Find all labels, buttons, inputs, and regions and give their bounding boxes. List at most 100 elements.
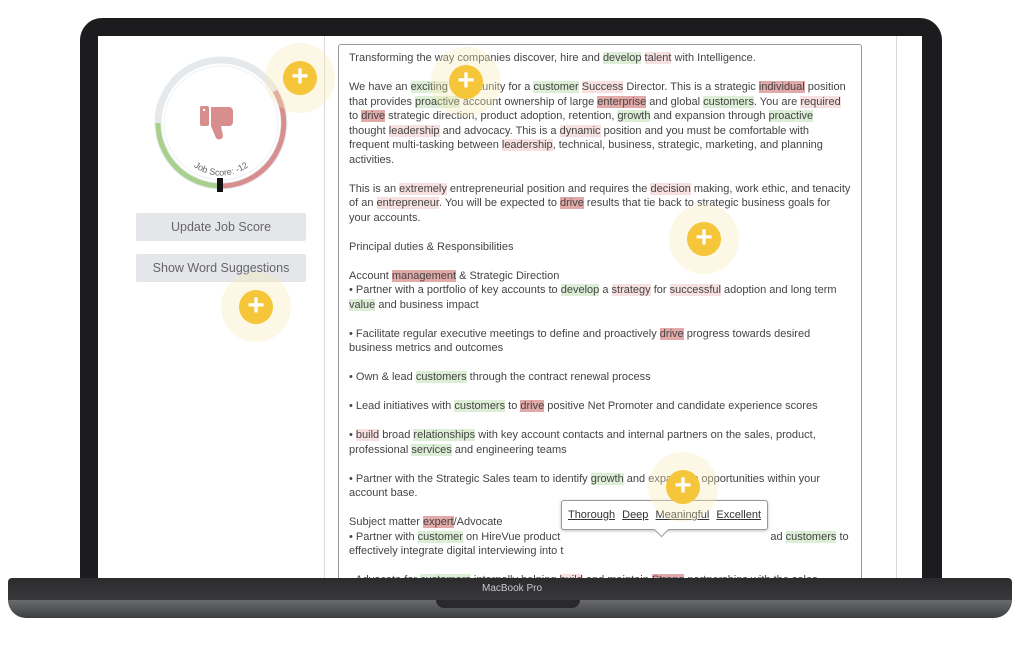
- job-score-gauge: Job Score: -12: [154, 56, 288, 192]
- update-job-score-button[interactable]: Update Job Score: [136, 213, 306, 241]
- word-suggestion-link[interactable]: Deep: [622, 509, 648, 521]
- negative-word-highlight[interactable]: build: [355, 429, 380, 441]
- negative-word-highlight[interactable]: Success: [581, 81, 624, 93]
- text-segment: ad: [770, 530, 786, 543]
- text-segment: a: [599, 284, 612, 296]
- text-segment: thought: [349, 124, 389, 137]
- positive-word-highlight[interactable]: customer: [417, 530, 463, 543]
- description-paragraph: • build broad relationships with key acc…: [349, 428, 851, 457]
- negative-word-highlight[interactable]: leadership: [388, 124, 440, 137]
- word-suggestions-tooltip: Thorough Deep Meaningful Excellent: [561, 500, 768, 530]
- text-segment: •: [349, 429, 356, 441]
- text-segment: and expansion through: [650, 110, 769, 122]
- word-suggestion-link[interactable]: Meaningful: [655, 509, 709, 521]
- description-paragraph: • Partner with the Strategic Sales team …: [349, 472, 851, 501]
- negative-word-highlight[interactable]: decision: [650, 182, 691, 195]
- description-paragraph: This is an extremely entrepreneurial pos…: [349, 182, 851, 226]
- text-segment: internally helping: [471, 574, 560, 578]
- positive-word-highlight[interactable]: relationships: [413, 429, 476, 441]
- text-segment: Account: [349, 269, 392, 282]
- negative-word-highlight[interactable]: drive: [520, 400, 545, 412]
- text-segment: • Own & lead: [349, 371, 416, 383]
- text-segment: entrepreneurial position and requires th…: [446, 182, 651, 195]
- text-segment: with Intelligence.: [671, 52, 756, 64]
- plus-hotspot-icon[interactable]: +: [449, 65, 483, 99]
- description-paragraph: Principal duties & Responsibilities: [349, 240, 851, 255]
- text-segment: Director. This is a strategic: [623, 81, 759, 93]
- negative-word-highlight[interactable]: drive: [659, 327, 684, 340]
- negative-word-highlight[interactable]: entrepreneur: [376, 197, 439, 209]
- description-paragraph: • Advocate for customers internally help…: [349, 573, 851, 578]
- plus-hotspot-icon[interactable]: +: [666, 470, 700, 504]
- positive-word-highlight[interactable]: customers: [454, 400, 506, 412]
- positive-word-highlight[interactable]: customers: [703, 95, 754, 108]
- text-segment: strategic direction, product adoption, r…: [385, 110, 618, 122]
- positive-word-highlight[interactable]: services: [411, 443, 452, 456]
- negative-word-highlight[interactable]: build: [559, 574, 583, 578]
- plus-hotspot-icon[interactable]: +: [239, 290, 273, 324]
- text-segment: to: [505, 400, 521, 412]
- negative-word-highlight[interactable]: strategy: [611, 284, 651, 296]
- plus-hotspot-icon[interactable]: +: [687, 222, 721, 256]
- text-segment: • Facilitate regular executive meetings …: [349, 327, 660, 340]
- text-segment: Subject matter: [349, 516, 423, 528]
- negative-word-highlight[interactable]: individual: [758, 81, 805, 93]
- description-paragraph: • Lead initiatives with customers to dri…: [349, 399, 851, 414]
- text-segment: through the contract renewal process: [466, 371, 651, 383]
- text-segment: and engineering teams: [451, 443, 567, 456]
- positive-word-highlight[interactable]: growth: [617, 110, 651, 122]
- word-suggestion-link[interactable]: Excellent: [716, 509, 761, 521]
- negative-word-highlight[interactable]: successful: [669, 284, 721, 296]
- score-panel: Job Score: -12 Update Job Score Show Wor…: [98, 36, 325, 578]
- text-segment: and maintain: [583, 574, 652, 578]
- positive-word-highlight[interactable]: customers: [415, 371, 467, 383]
- text-segment: Transforming the way companies discover,…: [349, 52, 603, 64]
- text-segment: • Partner with the Strategic Sales team …: [349, 472, 591, 485]
- negative-word-highlight[interactable]: extremely: [399, 182, 447, 195]
- negative-word-highlight[interactable]: drive: [560, 197, 584, 209]
- positive-word-highlight[interactable]: develop: [602, 52, 642, 64]
- text-segment: This is an: [349, 182, 400, 195]
- job-description-editor[interactable]: Transforming the way companies discover,…: [338, 44, 862, 578]
- scrollbar-track[interactable]: [896, 36, 897, 578]
- text-segment: and business impact: [375, 298, 479, 311]
- negative-word-highlight[interactable]: management: [391, 269, 457, 282]
- description-paragraph: We have an exciting opportunity for a cu…: [349, 80, 851, 167]
- positive-word-highlight[interactable]: develop: [560, 284, 600, 296]
- negative-word-highlight[interactable]: leadership: [501, 139, 553, 151]
- word-suggestion-link[interactable]: Thorough: [568, 509, 615, 521]
- positive-word-highlight[interactable]: customers: [785, 530, 837, 543]
- text-segment: • Advocate for: [349, 574, 420, 578]
- positive-word-highlight[interactable]: proactive: [768, 110, 814, 122]
- text-segment: adoption and long term: [720, 284, 837, 296]
- positive-word-highlight[interactable]: customers: [420, 574, 471, 578]
- positive-word-highlight[interactable]: growth: [590, 472, 624, 485]
- text-segment: account ownership of large: [459, 95, 598, 108]
- text-segment: . You will be expected to: [438, 197, 561, 209]
- positive-word-highlight[interactable]: value: [349, 298, 376, 311]
- text-segment: and global: [646, 95, 704, 108]
- negative-word-highlight[interactable]: talent: [644, 52, 672, 64]
- show-word-suggestions-button[interactable]: Show Word Suggestions: [136, 254, 306, 282]
- positive-word-highlight[interactable]: customer: [533, 81, 579, 93]
- negative-word-highlight[interactable]: expert: [422, 516, 454, 528]
- text-segment: • Lead initiatives with: [349, 400, 455, 412]
- description-paragraph: • Facilitate regular executive meetings …: [349, 327, 851, 356]
- text-segment: . You are: [753, 95, 801, 108]
- description-paragraph: • Own & lead customers through the contr…: [349, 370, 851, 385]
- gauge-marker: [217, 178, 223, 192]
- negative-word-highlight[interactable]: required: [800, 95, 841, 108]
- text-segment: and advocacy. This is a: [439, 124, 560, 137]
- negative-word-highlight[interactable]: dynamic: [559, 124, 601, 137]
- positive-word-highlight[interactable]: exciting: [410, 81, 448, 93]
- text-segment: on HireVue product: [462, 530, 561, 543]
- device-label: MacBook Pro: [481, 583, 543, 594]
- laptop-notch: [436, 600, 580, 608]
- negative-word-highlight[interactable]: drive: [361, 110, 386, 122]
- text-segment: for: [650, 284, 670, 296]
- negative-word-highlight[interactable]: enterprise: [597, 95, 647, 108]
- plus-hotspot-icon[interactable]: +: [283, 61, 317, 95]
- text-segment: broad: [379, 429, 414, 441]
- positive-word-highlight[interactable]: proactive: [415, 95, 460, 108]
- negative-word-highlight[interactable]: Strong: [651, 574, 685, 578]
